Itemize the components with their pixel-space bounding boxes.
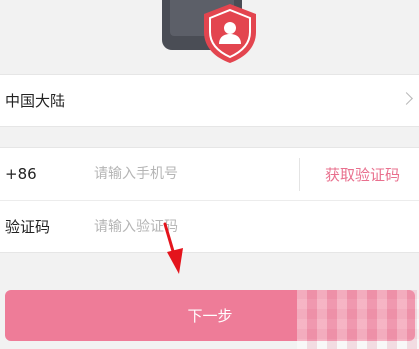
verification-code-row: 验证码 bbox=[0, 200, 419, 253]
verification-code-label: 验证码 bbox=[5, 218, 51, 236]
mosaic-blur-overlay bbox=[297, 290, 419, 349]
region-label: 中国大陆 bbox=[5, 92, 66, 110]
chevron-right-icon bbox=[400, 92, 413, 105]
red-arrow-icon bbox=[163, 222, 183, 274]
shield-user-icon bbox=[204, 4, 256, 63]
divider bbox=[299, 158, 300, 191]
phone-row: +86 获取验证码 bbox=[0, 147, 419, 200]
header-illustration bbox=[0, 0, 419, 72]
get-code-button[interactable]: 获取验证码 bbox=[325, 148, 400, 200]
verification-code-input[interactable] bbox=[94, 201, 290, 252]
country-code[interactable]: +86 bbox=[5, 148, 37, 200]
phone-input[interactable] bbox=[94, 148, 290, 200]
region-selector[interactable]: 中国大陆 bbox=[0, 74, 419, 127]
